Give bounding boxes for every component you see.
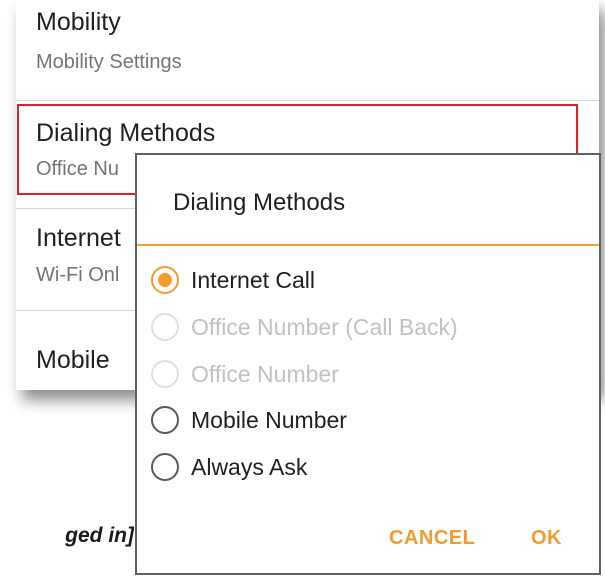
radio-disabled-icon <box>151 360 179 388</box>
dialog-title: Dialing Methods <box>173 189 346 216</box>
settings-item-mobility[interactable]: Mobility Mobility Settings <box>16 0 599 100</box>
settings-item-summary: Mobility Settings <box>36 51 182 73</box>
radio-unchecked-icon[interactable] <box>151 406 179 434</box>
option-office-number-call-back: Office Number (Call Back) <box>151 307 458 347</box>
option-label: Office Number <box>191 360 339 387</box>
ok-button[interactable]: OK <box>531 527 562 550</box>
dialing-methods-dialog: Dialing Methods Internet Call Office Num… <box>135 153 601 575</box>
radio-disabled-icon <box>151 313 179 341</box>
radio-unchecked-icon[interactable] <box>151 453 179 481</box>
radio-checked-icon[interactable] <box>151 266 179 294</box>
option-internet-call[interactable]: Internet Call <box>151 260 315 300</box>
settings-item-title: Internet <box>36 224 121 252</box>
option-always-ask[interactable]: Always Ask <box>151 447 307 487</box>
option-label: Internet Call <box>191 266 316 293</box>
caption-text: ged in] <box>65 524 134 547</box>
option-label: Always Ask <box>191 453 308 480</box>
option-office-number: Office Number <box>151 354 339 394</box>
cancel-button[interactable]: CANCEL <box>389 527 475 550</box>
option-label: Mobile Number <box>191 406 347 433</box>
settings-item-title: Mobility <box>36 8 121 36</box>
option-label: Office Number (Call Back) <box>191 313 458 340</box>
settings-item-title: Mobile <box>36 346 110 374</box>
option-mobile-number[interactable]: Mobile Number <box>151 400 347 440</box>
dialog-title-divider <box>137 244 599 246</box>
settings-item-summary: Wi-Fi Onl <box>36 264 120 286</box>
